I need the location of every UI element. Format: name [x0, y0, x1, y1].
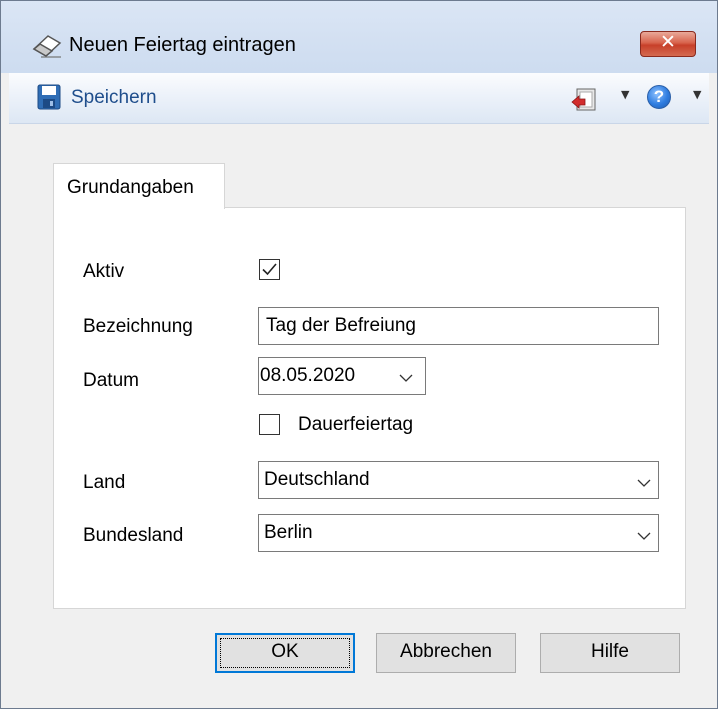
chevron-down-icon	[637, 532, 651, 540]
close-icon: ✕	[660, 31, 676, 53]
chevron-down-icon	[637, 479, 651, 487]
help-icon[interactable]: ?	[647, 85, 671, 109]
land-label: Land	[83, 472, 126, 493]
datum-label: Datum	[83, 370, 139, 391]
bezeichnung-value: Tag der Befreiung	[266, 315, 416, 336]
cancel-button[interactable]: Abbrechen	[376, 633, 516, 673]
land-select[interactable]: Deutschland	[258, 461, 659, 499]
tab-grundangaben[interactable]: Grundangaben	[53, 163, 225, 209]
help-label: Hilfe	[590, 641, 629, 662]
close-button[interactable]: ✕	[640, 31, 696, 57]
aktiv-label: Aktiv	[83, 261, 125, 282]
tab-label: Grundangaben	[67, 177, 194, 198]
bundesland-value: Berlin	[264, 522, 313, 543]
dauerfeiertag-checkbox[interactable]	[259, 414, 280, 435]
cancel-label: Abbrechen	[400, 641, 492, 662]
save-button[interactable]: Speichern	[71, 87, 157, 109]
bezeichnung-label: Bezeichnung	[83, 316, 193, 337]
chevron-down-icon	[399, 374, 413, 382]
checkmark-icon	[262, 263, 277, 276]
window-title: Neuen Feiertag eintragen	[69, 34, 296, 56]
bundesland-label: Bundesland	[83, 525, 184, 546]
exit-icon[interactable]	[571, 88, 597, 112]
toolbar: Speichern ▼ ? ▼	[9, 73, 709, 124]
dauerfeiertag-label: Dauerfeiertag	[298, 414, 414, 435]
help-dropdown-arrow-icon[interactable]: ▼	[693, 88, 701, 101]
focus-rectangle	[220, 638, 350, 668]
land-value: Deutschland	[264, 469, 370, 490]
bezeichnung-input[interactable]: Tag der Befreiung	[258, 307, 659, 345]
title-bar[interactable]: Neuen Feiertag eintragen ✕	[1, 1, 717, 73]
save-icon[interactable]	[37, 84, 61, 110]
datum-picker[interactable]: 08.05.2020	[258, 357, 426, 395]
eraser-icon	[32, 35, 62, 58]
bundesland-select[interactable]: Berlin	[258, 514, 659, 552]
aktiv-checkbox[interactable]	[259, 259, 280, 280]
dialog-window: Neuen Feiertag eintragen ✕ Speichern ▼ ?…	[0, 0, 718, 709]
datum-value: 08.05.2020	[260, 365, 356, 386]
exit-dropdown-arrow-icon[interactable]: ▼	[621, 88, 629, 101]
help-button[interactable]: Hilfe	[540, 633, 680, 673]
ok-button[interactable]: OK	[215, 633, 355, 673]
